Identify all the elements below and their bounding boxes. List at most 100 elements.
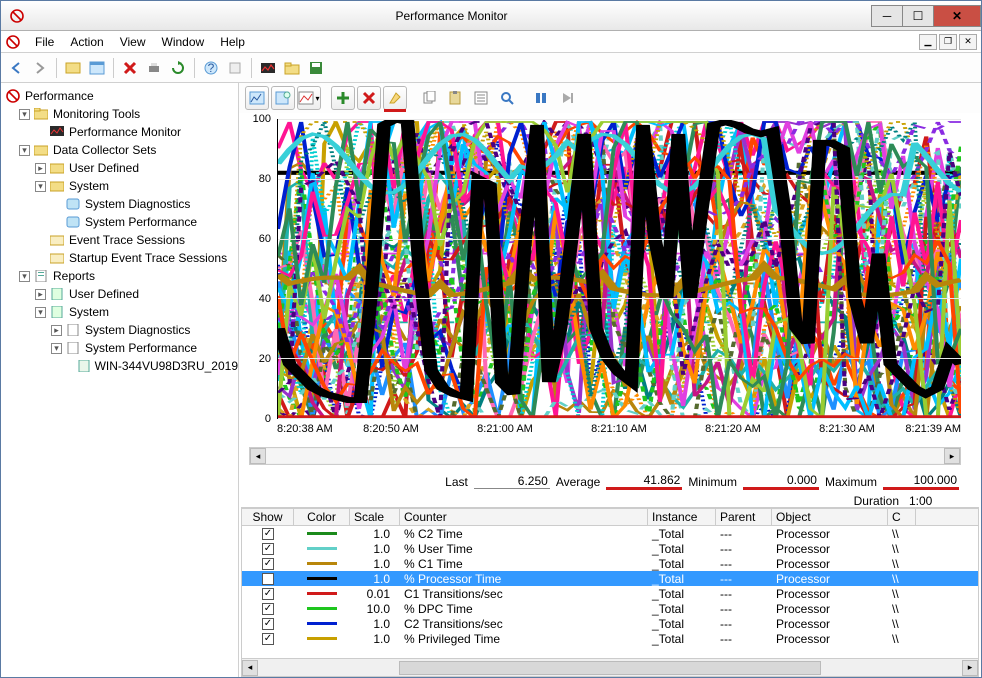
add-counter-button[interactable] bbox=[331, 86, 355, 110]
tree-ets[interactable]: Event Trace Sessions bbox=[3, 231, 238, 249]
menu-help[interactable]: Help bbox=[212, 33, 253, 51]
grid-row[interactable]: ✓1.0% C2 Time_Total---Processor\\ bbox=[242, 526, 978, 541]
show-checkbox[interactable]: ✓ bbox=[262, 558, 274, 570]
tree-sys-diag[interactable]: System Diagnostics bbox=[3, 195, 238, 213]
forward-button[interactable] bbox=[29, 57, 51, 79]
freeze-button[interactable] bbox=[529, 86, 553, 110]
view-current-button[interactable] bbox=[245, 86, 269, 110]
scroll-left-icon[interactable]: ◂ bbox=[250, 448, 266, 464]
tree-monitoring-tools[interactable]: ▾ Monitoring Tools bbox=[3, 105, 238, 123]
scrollbar-thumb[interactable] bbox=[399, 661, 821, 675]
mdi-restore[interactable]: ❐ bbox=[939, 34, 957, 50]
copy-button[interactable] bbox=[417, 86, 441, 110]
color-swatch bbox=[307, 532, 337, 535]
mdi-minimize[interactable]: ▁ bbox=[919, 34, 937, 50]
expand-icon[interactable]: ▸ bbox=[35, 163, 46, 174]
instance-cell: _Total bbox=[648, 557, 716, 571]
view-log-button[interactable] bbox=[271, 86, 295, 110]
minimize-button[interactable] bbox=[871, 5, 903, 27]
tree-system[interactable]: ▾ System bbox=[3, 177, 238, 195]
tree-root[interactable]: Performance bbox=[3, 87, 238, 105]
instance-cell: _Total bbox=[648, 632, 716, 646]
computer-cell: \\ bbox=[888, 572, 916, 586]
refresh-button[interactable] bbox=[167, 57, 189, 79]
update-button[interactable] bbox=[555, 86, 579, 110]
help-button[interactable]: ? bbox=[200, 57, 222, 79]
tree-r-sys-diag[interactable]: ▸ System Diagnostics bbox=[3, 321, 238, 339]
show-checkbox[interactable]: ✓ bbox=[262, 588, 274, 600]
show-hide-tree-button[interactable] bbox=[62, 57, 84, 79]
tree-dcs[interactable]: ▾ Data Collector Sets bbox=[3, 141, 238, 159]
tree-perfmon[interactable]: Performance Monitor bbox=[3, 123, 238, 141]
chart-type-button[interactable]: ▾ bbox=[297, 86, 321, 110]
collapse-icon[interactable]: ▾ bbox=[35, 307, 46, 318]
collapse-icon[interactable]: ▾ bbox=[19, 145, 30, 156]
scroll-right-icon[interactable]: ▸ bbox=[944, 448, 960, 464]
start-dcs-button[interactable] bbox=[257, 57, 279, 79]
grid-row[interactable]: ✓1.0% Privileged Time_Total---Processor\… bbox=[242, 631, 978, 646]
show-checkbox[interactable]: ✓ bbox=[262, 618, 274, 630]
object-cell: Processor bbox=[772, 527, 888, 541]
grid-row[interactable]: ✓10.0% DPC Time_Total---Processor\\ bbox=[242, 601, 978, 616]
collapse-icon[interactable]: ▾ bbox=[51, 343, 62, 354]
grid-row[interactable]: ✓1.0% Processor Time_Total---Processor\\ bbox=[242, 571, 978, 586]
tree-sys-perf[interactable]: System Performance bbox=[3, 213, 238, 231]
counter-cell: % DPC Time bbox=[400, 602, 648, 616]
chart-plot[interactable] bbox=[277, 119, 961, 419]
collapse-icon[interactable]: ▾ bbox=[19, 271, 30, 282]
grid-row[interactable]: ✓0.01C1 Transitions/sec_Total---Processo… bbox=[242, 586, 978, 601]
properties-button[interactable] bbox=[469, 86, 493, 110]
color-swatch bbox=[307, 622, 337, 625]
chart-scrollbar[interactable]: ◂ ▸ bbox=[249, 447, 961, 465]
show-checkbox[interactable]: ✓ bbox=[262, 633, 274, 645]
show-checkbox[interactable]: ✓ bbox=[262, 528, 274, 540]
show-checkbox[interactable]: ✓ bbox=[262, 603, 274, 615]
tree-r-sys-perf[interactable]: ▾ System Performance bbox=[3, 339, 238, 357]
tree-user-defined[interactable]: ▸ User Defined bbox=[3, 159, 238, 177]
print-button[interactable] bbox=[143, 57, 165, 79]
grid-scrollbar[interactable]: ◂ ▸ bbox=[241, 659, 979, 677]
mdi-close[interactable]: ✕ bbox=[959, 34, 977, 50]
scale-cell: 1.0 bbox=[350, 557, 400, 571]
counter-cell: % User Time bbox=[400, 542, 648, 556]
delete-button[interactable] bbox=[119, 57, 141, 79]
options-button[interactable] bbox=[224, 57, 246, 79]
back-button[interactable] bbox=[5, 57, 27, 79]
scroll-left-icon[interactable]: ◂ bbox=[242, 660, 258, 676]
app-icon bbox=[9, 8, 25, 24]
show-checkbox[interactable]: ✓ bbox=[262, 543, 274, 555]
collapse-icon[interactable]: ▾ bbox=[19, 109, 30, 120]
tree-report-instance[interactable]: WIN-344VU98D3RU_2019 bbox=[3, 357, 238, 375]
collapse-icon[interactable]: ▾ bbox=[35, 181, 46, 192]
tree-r-user-defined[interactable]: ▸ User Defined bbox=[3, 285, 238, 303]
paste-button[interactable] bbox=[443, 86, 467, 110]
maximize-button[interactable] bbox=[902, 5, 934, 27]
navigation-tree[interactable]: Performance ▾ Monitoring Tools Performan… bbox=[1, 83, 239, 677]
remove-counter-button[interactable] bbox=[357, 86, 381, 110]
menu-view[interactable]: View bbox=[112, 33, 154, 51]
open-folder-button[interactable] bbox=[281, 57, 303, 79]
save-button[interactable] bbox=[305, 57, 327, 79]
menu-window[interactable]: Window bbox=[154, 33, 213, 51]
grid-body[interactable]: ✓1.0% C2 Time_Total---Processor\\✓1.0% U… bbox=[241, 526, 979, 659]
show-checkbox[interactable]: ✓ bbox=[262, 573, 274, 585]
tree-r-system[interactable]: ▾ System bbox=[3, 303, 238, 321]
grid-row[interactable]: ✓1.0% C1 Time_Total---Processor\\ bbox=[242, 556, 978, 571]
properties-window-button[interactable] bbox=[86, 57, 108, 79]
zoom-button[interactable] bbox=[495, 86, 519, 110]
grid-row[interactable]: ✓1.0C2 Transitions/sec_Total---Processor… bbox=[242, 616, 978, 631]
grid-row[interactable]: ✓1.0% User Time_Total---Processor\\ bbox=[242, 541, 978, 556]
menu-file[interactable]: File bbox=[27, 33, 62, 51]
scroll-right-icon[interactable]: ▸ bbox=[962, 660, 978, 676]
color-swatch bbox=[307, 637, 337, 640]
tree-reports[interactable]: ▾ Reports bbox=[3, 267, 238, 285]
duration-row: Duration 1:00 bbox=[243, 492, 971, 514]
tree-sets[interactable]: Startup Event Trace Sessions bbox=[3, 249, 238, 267]
menu-action[interactable]: Action bbox=[62, 33, 111, 51]
svg-text:?: ? bbox=[208, 61, 215, 75]
highlight-button[interactable] bbox=[383, 86, 407, 110]
instance-cell: _Total bbox=[648, 542, 716, 556]
expand-icon[interactable]: ▸ bbox=[51, 325, 62, 336]
expand-icon[interactable]: ▸ bbox=[35, 289, 46, 300]
close-button[interactable] bbox=[933, 5, 981, 27]
